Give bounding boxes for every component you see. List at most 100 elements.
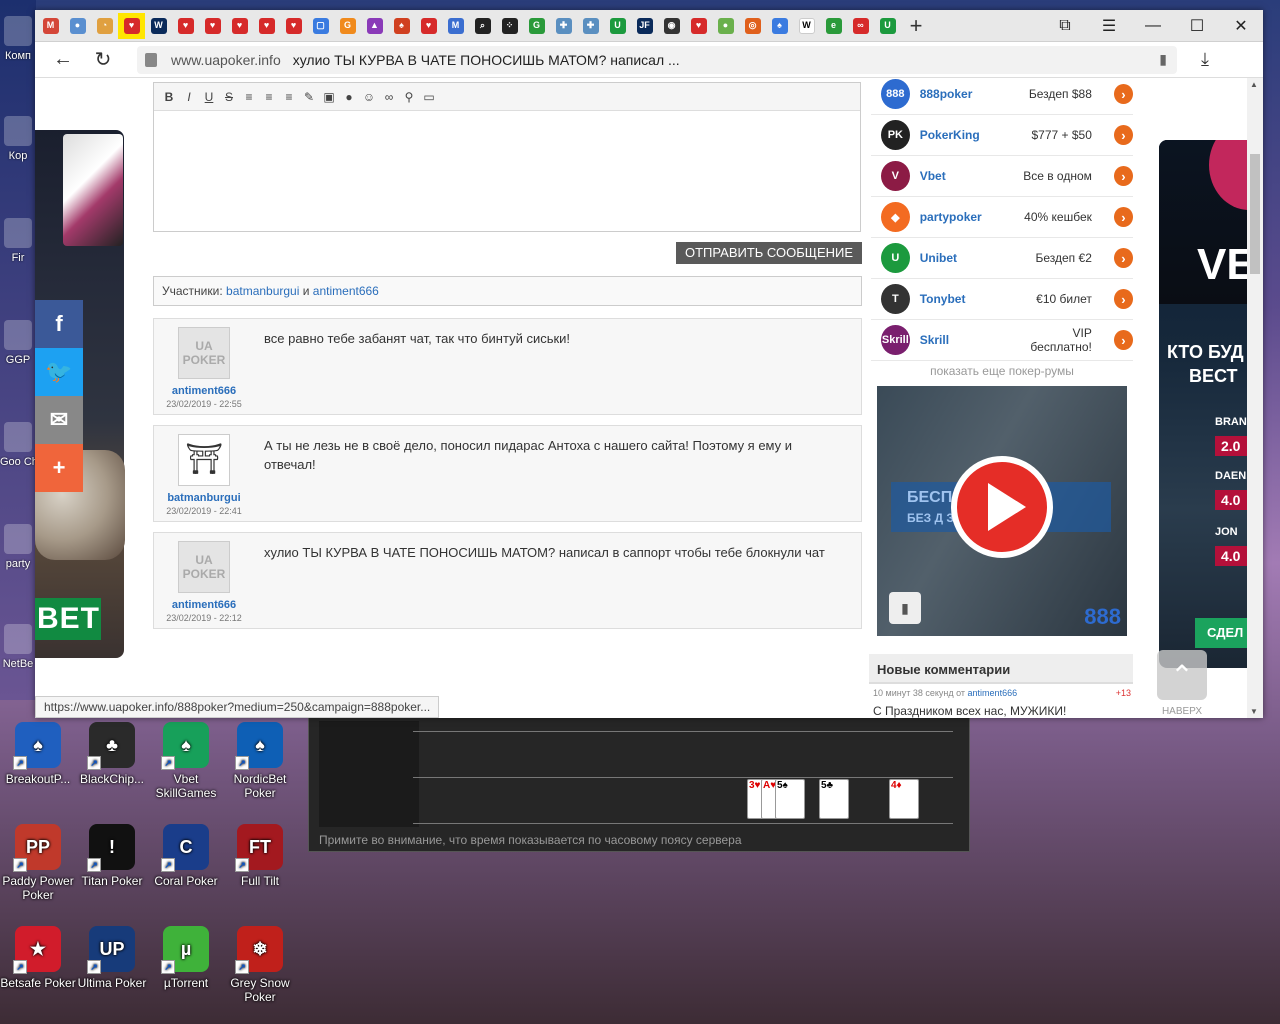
promo-video[interactable]: БЕСП ОНУСБЕЗ Д ЗИТА ▮ 888 xyxy=(877,386,1127,636)
browser-tab[interactable]: G xyxy=(334,13,361,39)
scroll-down-arrow[interactable]: ▼ xyxy=(1250,707,1258,716)
participant-link[interactable]: batmanburgui xyxy=(226,284,299,298)
browser-tab[interactable]: JF xyxy=(631,13,658,39)
download-icon[interactable]: ⤓ xyxy=(1185,49,1225,70)
browser-tab[interactable]: ♥ xyxy=(253,13,280,39)
twitter-share-icon[interactable]: 🐦 xyxy=(35,348,83,396)
poker-room-row[interactable]: V Vbet Все в одном › xyxy=(871,156,1133,197)
chevron-right-icon[interactable]: › xyxy=(1113,84,1133,104)
browser-tab[interactable]: ● xyxy=(712,13,739,39)
browser-tab[interactable]: ♥ xyxy=(199,13,226,39)
desktop-shortcut[interactable]: ♣ BlackChip... xyxy=(74,722,150,786)
chevron-right-icon[interactable]: › xyxy=(1113,289,1133,309)
align-left-icon[interactable]: ≡ xyxy=(242,90,256,104)
message-author[interactable]: antiment666 xyxy=(154,385,254,397)
scroll-up-arrow[interactable]: ▲ xyxy=(1250,80,1258,89)
unlink-icon[interactable]: ⚲ xyxy=(402,90,416,104)
edit-icon[interactable]: ✎ xyxy=(302,90,316,104)
desktop-shortcut[interactable]: ♠NordicBet Poker xyxy=(222,722,298,800)
poker-room-row[interactable]: 888 888poker Бездеп $88 › xyxy=(871,78,1133,115)
bookmark-icon[interactable]: ▮ xyxy=(889,592,921,624)
align-right-icon[interactable]: ≡ xyxy=(282,90,296,104)
cookie-icon[interactable]: ● xyxy=(342,90,356,104)
message-author[interactable]: batmanburgui xyxy=(154,492,254,504)
browser-tab[interactable]: ◔ xyxy=(91,13,118,39)
email-share-icon[interactable]: ✉ xyxy=(35,396,83,444)
scroll-thumb[interactable] xyxy=(1250,154,1260,274)
room-name[interactable]: PokerKing xyxy=(920,128,1012,142)
menu-icon[interactable]: ☰ xyxy=(1087,10,1131,42)
new-tab-button[interactable]: + xyxy=(901,13,931,39)
underline-icon[interactable]: U xyxy=(202,90,216,104)
poker-room-row[interactable]: Skrill Skrill VIP бесплатно! › xyxy=(871,320,1133,361)
desktop-shortcut[interactable]: NetBe xyxy=(0,620,36,690)
avatar[interactable]: ⛩ xyxy=(178,434,230,486)
link-icon[interactable]: ∞ xyxy=(382,90,396,104)
chevron-right-icon[interactable]: › xyxy=(1113,248,1133,268)
html-icon[interactable]: ▭ xyxy=(422,90,436,104)
browser-tab[interactable]: M xyxy=(37,13,64,39)
desktop-shortcut[interactable]: Комп xyxy=(0,12,36,82)
close-button[interactable]: ✕ xyxy=(1219,10,1263,42)
desktop-shortcut[interactable]: ❄Grey Snow Poker xyxy=(222,926,298,1004)
room-name[interactable]: Unibet xyxy=(920,251,1012,265)
show-more-rooms-link[interactable]: показать еще покер-румы xyxy=(871,364,1133,378)
desktop-shortcut[interactable]: Goo Chr xyxy=(0,418,36,488)
right-ad-cta[interactable]: СДЕЛ xyxy=(1195,618,1247,648)
poker-room-row[interactable]: ◆ partypoker 40% кешбек › xyxy=(871,197,1133,238)
message-author[interactable]: antiment666 xyxy=(154,599,254,611)
bet-odd[interactable]: 2.0 xyxy=(1215,436,1247,456)
bet-odd[interactable]: 4.0 xyxy=(1215,546,1247,566)
play-icon[interactable] xyxy=(951,456,1053,558)
browser-tab[interactable]: ◎ xyxy=(739,13,766,39)
browser-tab[interactable]: ◉ xyxy=(658,13,685,39)
room-name[interactable]: Vbet xyxy=(920,169,1012,183)
browser-tab[interactable]: ● xyxy=(64,13,91,39)
desktop-shortcut[interactable]: ! Titan Poker xyxy=(74,824,150,888)
minimize-button[interactable]: — xyxy=(1131,10,1175,42)
bet-odd[interactable]: 4.0 xyxy=(1215,490,1247,510)
browser-tab[interactable]: ♠ xyxy=(766,13,793,39)
chevron-right-icon[interactable]: › xyxy=(1113,125,1133,145)
avatar[interactable]: UA POKER xyxy=(178,327,230,379)
room-name[interactable]: Skrill xyxy=(920,333,1012,347)
image-icon[interactable]: ▣ xyxy=(322,90,336,104)
comment-author[interactable]: antiment666 xyxy=(968,688,1018,698)
comment-item[interactable]: 10 минут 38 секунд от antiment666 +13 С … xyxy=(873,688,1133,718)
browser-tab[interactable]: ⌕ xyxy=(469,13,496,39)
more-share-icon[interactable]: + xyxy=(35,444,83,492)
browser-tab[interactable]: ♥ xyxy=(685,13,712,39)
poker-room-row[interactable]: PK PokerKing $777 + $50 › xyxy=(871,115,1133,156)
participant-link[interactable]: antiment666 xyxy=(313,284,379,298)
desktop-shortcut[interactable]: party xyxy=(0,520,36,590)
strike-icon[interactable]: S xyxy=(222,90,236,104)
desktop-shortcut[interactable]: PPPaddy Power Poker xyxy=(0,824,76,902)
bookmark-icon[interactable]: ▮ xyxy=(1159,51,1167,68)
poker-room-row[interactable]: T Tonybet €10 билет › xyxy=(871,279,1133,320)
desktop-shortcut[interactable]: ♠Vbet SkillGames xyxy=(148,722,224,800)
avatar[interactable]: UA POKER xyxy=(178,541,230,593)
browser-tab[interactable]: ♥ xyxy=(118,12,145,39)
browser-tab[interactable]: ✚ xyxy=(550,13,577,39)
send-message-button[interactable]: ОТПРАВИТЬ СООБЩЕНИЕ xyxy=(676,242,862,264)
align-center-icon[interactable]: ≡ xyxy=(262,90,276,104)
reload-icon[interactable]: ↻ xyxy=(83,47,123,72)
browser-tab[interactable]: G xyxy=(523,13,550,39)
chevron-right-icon[interactable]: › xyxy=(1113,166,1133,186)
room-name[interactable]: Tonybet xyxy=(920,292,1012,306)
right-banner-ad[interactable]: VE КТО БУД ВЕСТ BRAN 2.0 DAEN 4.0 JON 4.0… xyxy=(1159,140,1247,668)
browser-tab[interactable]: W xyxy=(145,13,172,39)
browser-tab[interactable]: ♠ xyxy=(388,13,415,39)
browser-tab[interactable]: ♥ xyxy=(172,13,199,39)
browser-tab[interactable]: ▲ xyxy=(361,13,388,39)
browser-tab[interactable]: U xyxy=(604,13,631,39)
room-name[interactable]: partypoker xyxy=(920,210,1012,224)
browser-tab[interactable]: M xyxy=(442,13,469,39)
message-editor[interactable]: B I U S ≡ ≡ ≡ ✎ ▣ ● ☺ ∞ ⚲ ▭ xyxy=(153,82,861,232)
desktop-shortcut[interactable]: Fir xyxy=(0,214,36,284)
tab-manager-icon[interactable]: ⧉ xyxy=(1043,10,1087,42)
desktop-shortcut[interactable]: FT Full Tilt xyxy=(222,824,298,888)
desktop-shortcut[interactable]: µ µTorrent xyxy=(148,926,224,990)
maximize-button[interactable]: ☐ xyxy=(1175,10,1219,42)
facebook-share-icon[interactable]: f xyxy=(35,300,83,348)
